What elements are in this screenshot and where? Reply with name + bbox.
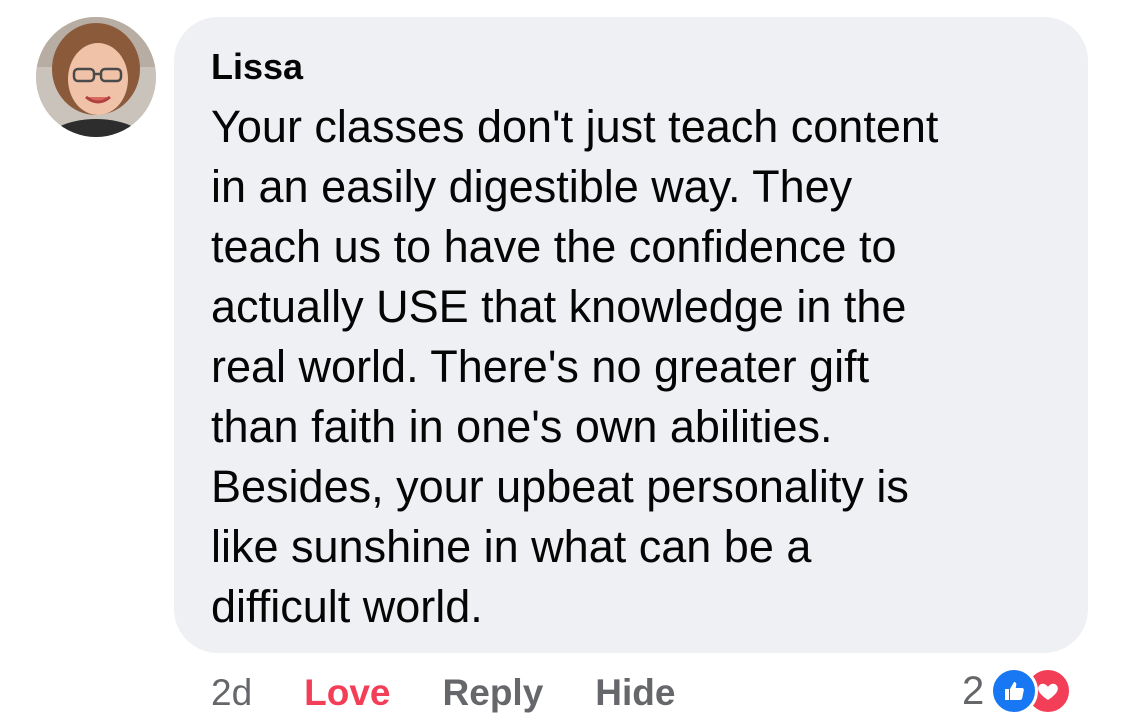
comment-text-line: in an easily digestible way. They (211, 161, 853, 212)
avatar[interactable] (36, 17, 156, 137)
comment-text: Your classes don't just teach content in… (211, 97, 1052, 637)
timestamp[interactable]: 2d (211, 672, 252, 714)
comment-text-line: difficult world. (211, 581, 483, 632)
comment-text-line: like sunshine in what can be a (211, 521, 812, 572)
author-name[interactable]: Lissa (211, 47, 1052, 87)
comment-actions: 2d Love Reply Hide (211, 668, 727, 718)
hide-button[interactable]: Hide (595, 672, 675, 714)
reaction-count: 2 (962, 668, 985, 713)
reply-button[interactable]: Reply (443, 672, 544, 714)
comment-text-line: real world. There's no greater gift (211, 341, 870, 392)
avatar-photo (36, 17, 156, 137)
love-button[interactable]: Love (304, 672, 390, 714)
comment-text-line: actually USE that knowledge in the (211, 281, 907, 332)
comment: Lissa Your classes don't just teach cont… (0, 0, 1125, 723)
comment-bubble: Lissa Your classes don't just teach cont… (174, 17, 1088, 653)
like-icon (990, 667, 1039, 715)
reaction-summary[interactable]: 2 (962, 666, 1073, 716)
comment-text-line: than faith in one's own abilities. (211, 401, 833, 452)
comment-text-line: Your classes don't just teach content (211, 101, 939, 152)
comment-text-line: teach us to have the confidence to (211, 221, 897, 272)
comment-text-line: Besides, your upbeat personality is (211, 461, 909, 512)
